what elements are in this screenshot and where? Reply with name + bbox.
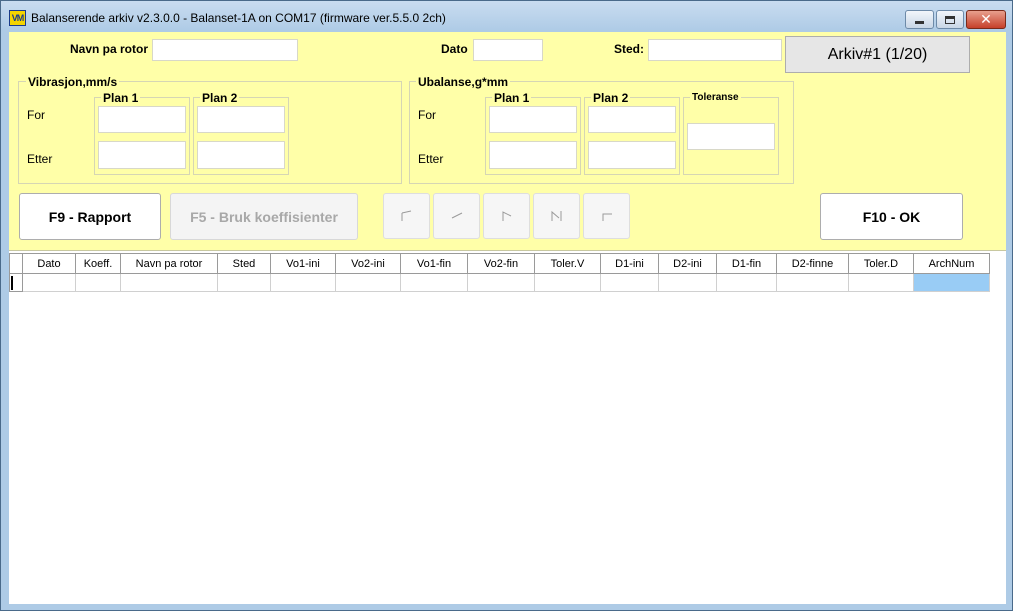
unbalance-before-label: For	[418, 108, 436, 122]
unbalance-plan1-label: Plan 1	[492, 91, 532, 105]
nav-next-button[interactable]	[483, 193, 530, 239]
nav-first-button[interactable]	[383, 193, 430, 239]
column-header-toler-v[interactable]: Toler.V	[534, 253, 601, 274]
unbalance-plan2-after-field[interactable]	[588, 141, 676, 169]
table-cell[interactable]	[534, 273, 601, 292]
vibration-title: Vibrasjon,mm/s	[26, 75, 120, 89]
info-panel: Navn pa rotor Dato Sted: Arkiv#1 (1/20) …	[9, 32, 1006, 251]
table-header-row: Dato Koeff. Navn pa rotor Sted Vo1-ini Vo2-in…	[9, 253, 990, 274]
table-cell[interactable]	[270, 273, 336, 292]
table-cell[interactable]	[658, 273, 717, 292]
table-row[interactable]	[9, 273, 990, 292]
client-area: Navn pa rotor Dato Sted: Arkiv#1 (1/20) …	[9, 32, 1006, 604]
vibration-plan2-after-field[interactable]	[197, 141, 285, 169]
archive-selector-button[interactable]: Arkiv#1 (1/20)	[785, 36, 970, 73]
maximize-icon	[945, 15, 955, 24]
column-header-koeff[interactable]: Koeff.	[75, 253, 121, 274]
table-cell[interactable]	[217, 273, 271, 292]
row-indicator[interactable]	[9, 273, 23, 292]
unbalance-title: Ubalanse,g*mm	[416, 75, 511, 89]
unbalance-plan2-before-field[interactable]	[588, 106, 676, 133]
column-header-d1-ini[interactable]: D1-ini	[600, 253, 659, 274]
column-header-vo1-fin[interactable]: Vo1-fin	[400, 253, 468, 274]
nav-last-button[interactable]	[533, 193, 580, 239]
column-header-archnum[interactable]: ArchNum	[913, 253, 990, 274]
app-window: VM Balanserende arkiv v2.3.0.0 - Balanse…	[0, 0, 1013, 611]
date-input[interactable]	[473, 39, 543, 61]
minimize-button[interactable]	[905, 10, 934, 29]
vibration-plan1-label: Plan 1	[101, 91, 141, 105]
new-record-icon	[602, 213, 612, 221]
table-corner-cell[interactable]	[9, 253, 23, 274]
archive-grid[interactable]: Dato Koeff. Navn pa rotor Sted Vo1-ini Vo2-in…	[9, 253, 1006, 604]
table-cell[interactable]	[467, 273, 535, 292]
table-cell[interactable]	[400, 273, 468, 292]
maximize-button[interactable]	[936, 10, 964, 29]
column-header-vo2-ini[interactable]: Vo2-ini	[335, 253, 401, 274]
vibration-after-label: Etter	[27, 152, 53, 166]
column-header-dato[interactable]: Dato	[22, 253, 76, 274]
column-header-vo2-fin[interactable]: Vo2-fin	[467, 253, 535, 274]
window-title: Balanserende arkiv v2.3.0.0 - Balanset-1…	[31, 11, 446, 25]
vibration-plan1-before-field[interactable]	[98, 106, 186, 133]
prev-record-icon	[451, 212, 462, 219]
unbalance-plan1-before-field[interactable]	[489, 106, 577, 133]
tolerance-label: Toleranse	[690, 92, 741, 103]
use-coefficients-button[interactable]: F5 - Bruk koeffisienter	[170, 193, 358, 240]
date-label: Dato	[441, 42, 468, 56]
close-icon: ✕	[980, 11, 992, 27]
report-button[interactable]: F9 - Rapport	[19, 193, 161, 240]
table-cell[interactable]	[716, 273, 777, 292]
vibration-plan2-before-field[interactable]	[197, 106, 285, 133]
close-button[interactable]: ✕	[966, 10, 1006, 29]
rotor-name-input[interactable]	[152, 39, 298, 61]
column-header-vo1-ini[interactable]: Vo1-ini	[270, 253, 336, 274]
vibration-plan1-after-field[interactable]	[98, 141, 186, 169]
unbalance-after-label: Etter	[418, 152, 444, 166]
table-cell[interactable]	[120, 273, 218, 292]
tolerance-field[interactable]	[687, 123, 775, 150]
table-cell[interactable]	[600, 273, 659, 292]
place-input[interactable]	[648, 39, 782, 61]
vibration-before-label: For	[27, 108, 45, 122]
unbalance-plan1-after-field[interactable]	[489, 141, 577, 169]
column-header-toler-d[interactable]: Toler.D	[848, 253, 914, 274]
minimize-icon	[915, 20, 924, 24]
table-cell[interactable]	[335, 273, 401, 292]
place-label: Sted:	[614, 42, 644, 56]
first-record-icon	[401, 210, 411, 221]
column-header-d2-ini[interactable]: D2-ini	[658, 253, 717, 274]
rotor-name-label: Navn pa rotor	[70, 42, 149, 56]
last-record-icon	[551, 210, 561, 221]
ok-button[interactable]: F10 - OK	[820, 193, 963, 240]
nav-new-button[interactable]	[583, 193, 630, 239]
title-bar[interactable]: VM Balanserende arkiv v2.3.0.0 - Balanse…	[1, 1, 1012, 31]
app-logo-icon: VM	[9, 10, 26, 26]
next-record-icon	[502, 211, 511, 221]
nav-prev-button[interactable]	[433, 193, 480, 239]
unbalance-plan2-label: Plan 2	[591, 91, 631, 105]
column-header-navn-pa-rotor[interactable]: Navn pa rotor	[120, 253, 218, 274]
table-cell[interactable]	[776, 273, 849, 292]
table-cell[interactable]	[913, 273, 990, 292]
table-cell[interactable]	[848, 273, 914, 292]
archive-table: Dato Koeff. Navn pa rotor Sted Vo1-ini Vo2-in…	[9, 253, 990, 292]
table-cell[interactable]	[22, 273, 76, 292]
table-cell[interactable]	[75, 273, 121, 292]
column-header-d1-fin[interactable]: D1-fin	[716, 253, 777, 274]
vibration-plan2-label: Plan 2	[200, 91, 240, 105]
column-header-sted[interactable]: Sted	[217, 253, 271, 274]
column-header-d2-finne[interactable]: D2-finne	[776, 253, 849, 274]
